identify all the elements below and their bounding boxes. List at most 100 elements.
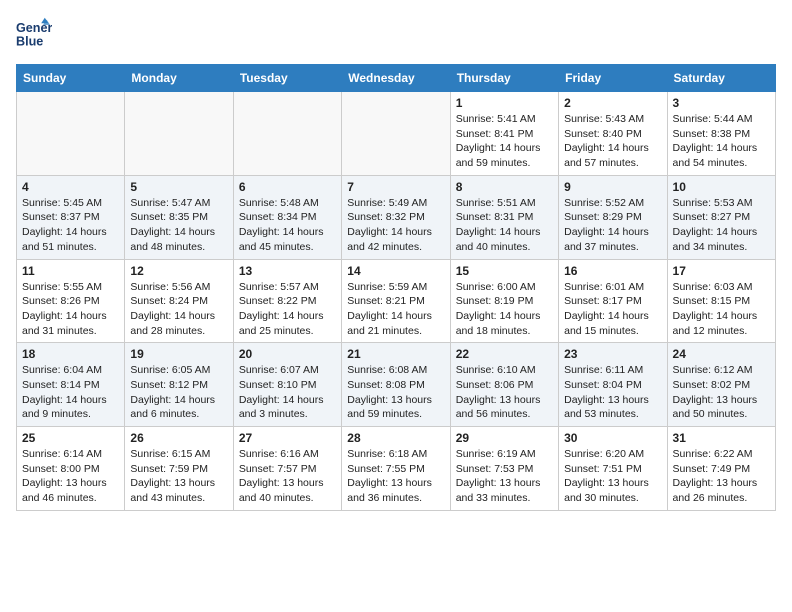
logo: General Blue bbox=[16, 16, 56, 52]
calendar-week-5: 25 Sunrise: 6:14 AMSunset: 8:00 PMDayligh… bbox=[17, 427, 776, 511]
day-number: 22 bbox=[456, 347, 553, 361]
svg-text:Blue: Blue bbox=[16, 35, 43, 49]
calendar-header-row: SundayMondayTuesdayWednesdayThursdayFrid… bbox=[17, 65, 776, 92]
day-number: 27 bbox=[239, 431, 336, 445]
calendar-cell: 15Sunrise: 6:00 AMSunset: 8:19 PMDayligh… bbox=[450, 259, 558, 343]
calendar-cell bbox=[233, 92, 341, 176]
day-info: Sunrise: 6:15 AMSunset: 7:59 PMDaylight:… bbox=[130, 447, 227, 506]
calendar-cell: 29 Sunrise: 6:19 AMSunset: 7:53 PMDayligh… bbox=[450, 427, 558, 511]
day-number: 25 bbox=[22, 431, 119, 445]
calendar-cell: 27Sunrise: 6:16 AMSunset: 7:57 PMDayligh… bbox=[233, 427, 341, 511]
calendar-cell: 8 Sunrise: 5:51 AMSunset: 8:31 PMDaylight… bbox=[450, 175, 558, 259]
calendar-cell: 9Sunrise: 5:52 AMSunset: 8:29 PMDaylight… bbox=[559, 175, 667, 259]
page-header: General Blue bbox=[16, 16, 776, 52]
day-info: Sunrise: 5:56 AMSunset: 8:24 PMDaylight:… bbox=[130, 280, 227, 339]
calendar-cell: 1 Sunrise: 5:41 AMSunset: 8:41 PMDaylight… bbox=[450, 92, 558, 176]
calendar-cell: 23 Sunrise: 6:11 AMSunset: 8:04 PMDayligh… bbox=[559, 343, 667, 427]
logo-icon: General Blue bbox=[16, 16, 52, 52]
day-info: Sunrise: 6:11 AMSunset: 8:04 PMDaylight:… bbox=[564, 363, 661, 422]
day-number: 1 bbox=[456, 96, 553, 110]
day-number: 5 bbox=[130, 180, 227, 194]
calendar-cell bbox=[125, 92, 233, 176]
day-info: Sunrise: 6:05 AMSunset: 8:12 PMDaylight:… bbox=[130, 363, 227, 422]
day-header-saturday: Saturday bbox=[667, 65, 775, 92]
day-number: 23 bbox=[564, 347, 661, 361]
calendar-body: 1 Sunrise: 5:41 AMSunset: 8:41 PMDaylight… bbox=[17, 92, 776, 511]
day-number: 28 bbox=[347, 431, 444, 445]
calendar-table: SundayMondayTuesdayWednesdayThursdayFrid… bbox=[16, 64, 776, 511]
calendar-cell: 14Sunrise: 5:59 AMSunset: 8:21 PMDayligh… bbox=[342, 259, 450, 343]
calendar-cell: 28 Sunrise: 6:18 AMSunset: 7:55 PMDayligh… bbox=[342, 427, 450, 511]
day-info: Sunrise: 6:19 AMSunset: 7:53 PMDaylight:… bbox=[456, 447, 553, 506]
day-info: Sunrise: 5:47 AMSunset: 8:35 PMDaylight:… bbox=[130, 196, 227, 255]
day-number: 11 bbox=[22, 264, 119, 278]
day-header-wednesday: Wednesday bbox=[342, 65, 450, 92]
calendar-cell: 4 Sunrise: 5:45 AMSunset: 8:37 PMDaylight… bbox=[17, 175, 125, 259]
calendar-cell: 18 Sunrise: 6:04 AMSunset: 8:14 PMDayligh… bbox=[17, 343, 125, 427]
day-number: 21 bbox=[347, 347, 444, 361]
calendar-cell: 25 Sunrise: 6:14 AMSunset: 8:00 PMDayligh… bbox=[17, 427, 125, 511]
day-info: Sunrise: 6:20 AMSunset: 7:51 PMDaylight:… bbox=[564, 447, 661, 506]
day-number: 12 bbox=[130, 264, 227, 278]
calendar-cell: 20 Sunrise: 6:07 AMSunset: 8:10 PMDayligh… bbox=[233, 343, 341, 427]
day-info: Sunrise: 6:12 AMSunset: 8:02 PMDaylight:… bbox=[673, 363, 770, 422]
calendar-week-4: 18 Sunrise: 6:04 AMSunset: 8:14 PMDayligh… bbox=[17, 343, 776, 427]
calendar-cell: 10Sunrise: 5:53 AMSunset: 8:27 PMDayligh… bbox=[667, 175, 775, 259]
day-info: Sunrise: 6:01 AMSunset: 8:17 PMDaylight:… bbox=[564, 280, 661, 339]
calendar-cell: 26Sunrise: 6:15 AMSunset: 7:59 PMDayligh… bbox=[125, 427, 233, 511]
calendar-cell bbox=[342, 92, 450, 176]
day-info: Sunrise: 6:10 AMSunset: 8:06 PMDaylight:… bbox=[456, 363, 553, 422]
day-info: Sunrise: 6:04 AMSunset: 8:14 PMDaylight:… bbox=[22, 363, 119, 422]
day-info: Sunrise: 6:14 AMSunset: 8:00 PMDaylight:… bbox=[22, 447, 119, 506]
day-info: Sunrise: 5:45 AMSunset: 8:37 PMDaylight:… bbox=[22, 196, 119, 255]
calendar-week-1: 1 Sunrise: 5:41 AMSunset: 8:41 PMDaylight… bbox=[17, 92, 776, 176]
day-info: Sunrise: 6:22 AMSunset: 7:49 PMDaylight:… bbox=[673, 447, 770, 506]
day-number: 4 bbox=[22, 180, 119, 194]
calendar-cell: 13 Sunrise: 5:57 AMSunset: 8:22 PMDayligh… bbox=[233, 259, 341, 343]
day-info: Sunrise: 5:51 AMSunset: 8:31 PMDaylight:… bbox=[456, 196, 553, 255]
calendar-cell: 7Sunrise: 5:49 AMSunset: 8:32 PMDaylight… bbox=[342, 175, 450, 259]
day-number: 17 bbox=[673, 264, 770, 278]
day-number: 14 bbox=[347, 264, 444, 278]
day-number: 29 bbox=[456, 431, 553, 445]
day-info: Sunrise: 6:18 AMSunset: 7:55 PMDaylight:… bbox=[347, 447, 444, 506]
calendar-cell: 6Sunrise: 5:48 AMSunset: 8:34 PMDaylight… bbox=[233, 175, 341, 259]
day-number: 19 bbox=[130, 347, 227, 361]
day-info: Sunrise: 5:44 AMSunset: 8:38 PMDaylight:… bbox=[673, 112, 770, 171]
day-number: 6 bbox=[239, 180, 336, 194]
day-info: Sunrise: 5:41 AMSunset: 8:41 PMDaylight:… bbox=[456, 112, 553, 171]
day-info: Sunrise: 5:57 AMSunset: 8:22 PMDaylight:… bbox=[239, 280, 336, 339]
calendar-cell: 21 Sunrise: 6:08 AMSunset: 8:08 PMDayligh… bbox=[342, 343, 450, 427]
calendar-cell: 11 Sunrise: 5:55 AMSunset: 8:26 PMDayligh… bbox=[17, 259, 125, 343]
day-info: Sunrise: 5:52 AMSunset: 8:29 PMDaylight:… bbox=[564, 196, 661, 255]
day-info: Sunrise: 6:07 AMSunset: 8:10 PMDaylight:… bbox=[239, 363, 336, 422]
day-number: 13 bbox=[239, 264, 336, 278]
calendar-cell: 5 Sunrise: 5:47 AMSunset: 8:35 PMDaylight… bbox=[125, 175, 233, 259]
calendar-cell: 30Sunrise: 6:20 AMSunset: 7:51 PMDayligh… bbox=[559, 427, 667, 511]
day-number: 16 bbox=[564, 264, 661, 278]
calendar-cell: 19 Sunrise: 6:05 AMSunset: 8:12 PMDayligh… bbox=[125, 343, 233, 427]
calendar-cell: 31 Sunrise: 6:22 AMSunset: 7:49 PMDayligh… bbox=[667, 427, 775, 511]
calendar-cell: 12 Sunrise: 5:56 AMSunset: 8:24 PMDayligh… bbox=[125, 259, 233, 343]
day-info: Sunrise: 6:00 AMSunset: 8:19 PMDaylight:… bbox=[456, 280, 553, 339]
day-header-tuesday: Tuesday bbox=[233, 65, 341, 92]
day-info: Sunrise: 5:43 AMSunset: 8:40 PMDaylight:… bbox=[564, 112, 661, 171]
day-number: 2 bbox=[564, 96, 661, 110]
day-header-monday: Monday bbox=[125, 65, 233, 92]
day-number: 31 bbox=[673, 431, 770, 445]
calendar-cell bbox=[17, 92, 125, 176]
day-info: Sunrise: 6:03 AMSunset: 8:15 PMDaylight:… bbox=[673, 280, 770, 339]
day-info: Sunrise: 5:55 AMSunset: 8:26 PMDaylight:… bbox=[22, 280, 119, 339]
day-number: 20 bbox=[239, 347, 336, 361]
day-header-thursday: Thursday bbox=[450, 65, 558, 92]
calendar-cell: 22 Sunrise: 6:10 AMSunset: 8:06 PMDayligh… bbox=[450, 343, 558, 427]
calendar-cell: 16 Sunrise: 6:01 AMSunset: 8:17 PMDayligh… bbox=[559, 259, 667, 343]
day-number: 18 bbox=[22, 347, 119, 361]
calendar-week-3: 11 Sunrise: 5:55 AMSunset: 8:26 PMDayligh… bbox=[17, 259, 776, 343]
day-info: Sunrise: 6:08 AMSunset: 8:08 PMDaylight:… bbox=[347, 363, 444, 422]
day-number: 8 bbox=[456, 180, 553, 194]
day-header-friday: Friday bbox=[559, 65, 667, 92]
day-number: 3 bbox=[673, 96, 770, 110]
day-info: Sunrise: 5:49 AMSunset: 8:32 PMDaylight:… bbox=[347, 196, 444, 255]
day-number: 24 bbox=[673, 347, 770, 361]
